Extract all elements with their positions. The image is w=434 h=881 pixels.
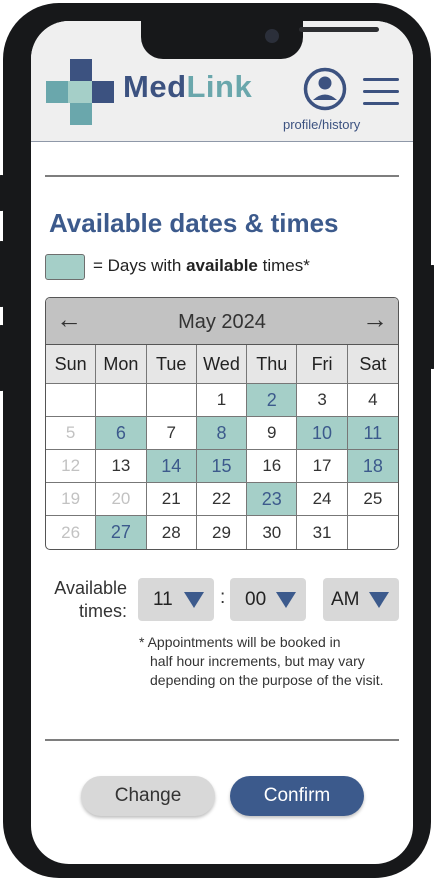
change-button[interactable]: Change (81, 776, 215, 816)
calendar-day[interactable]: 6 (96, 417, 147, 450)
booking-note: * Appointments will be booked in half ho… (139, 633, 401, 690)
phone-frame: MedLink profile/history Available dates (0, 3, 434, 878)
calendar-month: May 2024 (178, 311, 266, 333)
speaker (299, 27, 379, 32)
minute-value: 00 (245, 589, 267, 610)
note-line1: * Appointments will be booked in (139, 634, 341, 650)
volume-up-button (0, 241, 4, 307)
weekday-header: Wed (196, 345, 248, 384)
calendar-header: ← May 2024 → (46, 298, 398, 345)
logo-cross-icon[interactable] (46, 59, 116, 129)
calendar-day[interactable]: 21 (146, 483, 197, 516)
menu-icon[interactable] (363, 78, 399, 106)
calendar-day[interactable]: 1 (196, 384, 248, 417)
top-divider (45, 175, 399, 177)
profile-history-label[interactable]: profile/history (283, 117, 360, 132)
legend-text: = Days with available times* (93, 256, 310, 276)
calendar-day[interactable]: 30 (247, 516, 298, 549)
arrow-right-icon[interactable]: → (362, 304, 388, 335)
weekday-header: Thu (247, 345, 298, 384)
calendar-day[interactable]: 10 (297, 417, 348, 450)
calendar-day[interactable]: 29 (197, 516, 248, 549)
calendar-day[interactable]: 19 (46, 483, 97, 516)
weekday-header: Sat (347, 345, 398, 384)
chevron-down-icon (184, 592, 204, 608)
brand-name: MedLink (123, 69, 252, 105)
note-line2: half hour increments, but may vary depen… (150, 653, 384, 688)
profile-icon[interactable] (303, 67, 347, 111)
legend-bold: available (186, 256, 258, 275)
calendar-grid: Sun Mon Tue Wed Thu Fri Sat 1 2 3 4 5 6 7 8 9 10 11 12 13 14… (46, 345, 398, 549)
calendar-day[interactable]: 7 (146, 417, 197, 450)
calendar-empty-cell (146, 384, 197, 417)
screen: MedLink profile/history Available dates (31, 21, 413, 864)
calendar-day[interactable]: 4 (347, 384, 398, 417)
period-value: AM (331, 589, 360, 610)
calendar-empty-cell (348, 516, 398, 549)
chevron-down-icon (276, 592, 296, 608)
calendar-day[interactable]: 5 (46, 417, 97, 450)
calendar-day[interactable]: 13 (96, 450, 147, 483)
calendar-day[interactable]: 22 (196, 483, 248, 516)
calendar-day[interactable]: 26 (46, 516, 97, 549)
weekday-header: Tue (146, 345, 197, 384)
calendar: ← May 2024 → Sun Mon Tue Wed Thu Fri Sat 1 2 3 4 5 6… (45, 297, 399, 550)
calendar-day[interactable]: 14 (146, 450, 197, 483)
power-button (430, 265, 434, 369)
brand-link: Link (186, 69, 253, 104)
weekday-header: Sun (46, 345, 97, 384)
calendar-day[interactable]: 28 (147, 516, 197, 549)
calendar-day[interactable]: 24 (297, 483, 348, 516)
action-button (0, 175, 4, 211)
calendar-day[interactable]: 16 (247, 450, 298, 483)
confirm-button[interactable]: Confirm (230, 776, 364, 816)
legend-suffix: times* (257, 256, 310, 275)
calendar-day[interactable]: 27 (96, 516, 147, 549)
calendar-day[interactable]: 9 (247, 417, 298, 450)
calendar-day[interactable]: 3 (297, 384, 348, 417)
minute-select[interactable]: 00 (230, 578, 306, 621)
calendar-day[interactable]: 11 (347, 417, 398, 450)
available-times-label: Available times: (39, 577, 127, 623)
hour-select[interactable]: 11 (138, 578, 214, 621)
times-label-line2: times: (78, 601, 127, 621)
times-label-line1: Available (54, 578, 127, 598)
available-legend-swatch (45, 254, 85, 280)
calendar-day[interactable]: 12 (46, 450, 97, 483)
hour-value: 11 (153, 589, 173, 610)
page-title: Available dates & times (49, 208, 339, 238)
calendar-empty-cell (96, 384, 147, 417)
brand-med: Med (123, 69, 187, 104)
bottom-divider (45, 739, 399, 741)
calendar-day[interactable]: 23 (247, 483, 298, 516)
period-select[interactable]: AM (323, 578, 399, 621)
calendar-day[interactable]: 25 (347, 483, 398, 516)
weekday-header: Mon (96, 345, 147, 384)
calendar-day[interactable]: 17 (297, 450, 348, 483)
weekday-header: Fri (297, 345, 348, 384)
calendar-day[interactable]: 20 (96, 483, 147, 516)
chevron-down-icon (369, 592, 389, 608)
calendar-day[interactable]: 15 (196, 450, 248, 483)
notch (141, 21, 379, 59)
calendar-day[interactable]: 2 (247, 384, 298, 417)
camera (265, 29, 279, 43)
legend-prefix: = Days with (93, 256, 187, 275)
time-separator: : (220, 587, 226, 608)
calendar-day[interactable]: 18 (347, 450, 398, 483)
volume-down-button (0, 325, 4, 391)
calendar-day[interactable]: 31 (297, 516, 348, 549)
calendar-day[interactable]: 8 (196, 417, 248, 450)
calendar-empty-cell (46, 384, 97, 417)
